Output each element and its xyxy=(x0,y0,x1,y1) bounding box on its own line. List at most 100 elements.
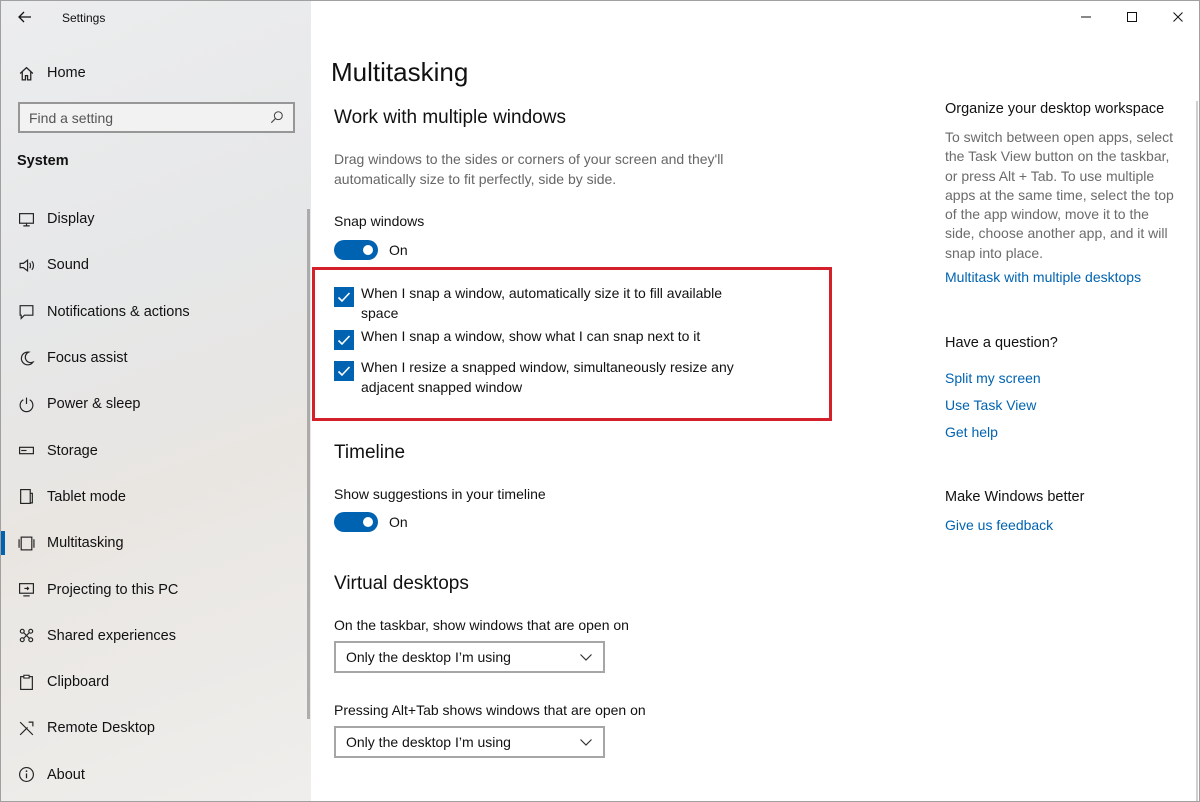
power-icon xyxy=(1,396,47,413)
notifications-icon xyxy=(1,303,47,321)
tablet-mode-icon xyxy=(1,488,47,505)
task-view-link[interactable]: Use Task View xyxy=(945,397,1036,413)
timeline-suggestions-label: Show suggestions in your timeline xyxy=(334,486,546,502)
close-icon xyxy=(1173,12,1183,22)
settings-window: Settings Home System Display Sound xyxy=(0,0,1200,802)
snap-windows-label: Snap windows xyxy=(334,213,425,229)
sidebar-item-power[interactable]: Power & sleep xyxy=(1,381,311,427)
maximize-button[interactable] xyxy=(1109,1,1155,33)
toggle-switch[interactable] xyxy=(334,512,378,532)
search-icon[interactable] xyxy=(270,110,285,125)
checkbox-checked[interactable] xyxy=(334,330,354,350)
sidebar-item-focus-assist[interactable]: Focus assist xyxy=(1,335,311,381)
minimize-icon xyxy=(1081,16,1091,18)
taskbar-windows-dropdown[interactable]: Only the desktop I’m using xyxy=(334,641,605,673)
storage-icon xyxy=(1,442,47,459)
sidebar-item-projecting[interactable]: Projecting to this PC xyxy=(1,566,311,612)
multitask-desktops-link[interactable]: Multitask with multiple desktops xyxy=(945,269,1141,285)
sidebar-item-label: Clipboard xyxy=(47,674,110,691)
taskbar-windows-label: On the taskbar, show windows that are op… xyxy=(334,617,629,633)
sound-icon xyxy=(1,257,47,274)
shared-experiences-icon xyxy=(1,627,47,644)
sidebar-item-label: Display xyxy=(47,211,95,228)
toggle-switch[interactable] xyxy=(334,240,378,260)
timeline-suggestions-toggle[interactable]: On xyxy=(334,512,408,532)
close-button[interactable] xyxy=(1155,1,1199,33)
page-title: Multitasking xyxy=(331,57,469,87)
sidebar-item-tablet-mode[interactable]: Tablet mode xyxy=(1,474,311,520)
sidebar-item-sound[interactable]: Sound xyxy=(1,242,311,288)
home-icon xyxy=(1,65,47,82)
checkbox-label: When I snap a window, automatically size… xyxy=(361,285,723,321)
sidebar-item-label: Remote Desktop xyxy=(47,720,155,737)
checkbox-label: When I snap a window, show what I can sn… xyxy=(361,328,701,344)
sidebar-item-label: Power & sleep xyxy=(47,396,141,413)
multitasking-icon xyxy=(1,535,47,552)
home-nav-item[interactable]: Home xyxy=(1,57,311,89)
sidebar-item-shared-experiences[interactable]: Shared experiences xyxy=(1,613,311,659)
sidebar-item-label: Focus assist xyxy=(47,350,128,367)
chevron-down-icon xyxy=(579,650,593,664)
sidebar-scrollbar[interactable] xyxy=(307,209,310,719)
chevron-down-icon xyxy=(579,735,593,749)
checkmark-icon xyxy=(337,292,351,303)
split-screen-link[interactable]: Split my screen xyxy=(945,370,1041,386)
snap-autosize-checkbox-row[interactable]: When I snap a window, automatically size… xyxy=(334,285,754,323)
work-windows-heading: Work with multiple windows xyxy=(334,107,566,128)
alttab-windows-dropdown[interactable]: Only the desktop I’m using xyxy=(334,726,605,758)
clipboard-icon xyxy=(1,674,47,691)
sidebar-item-notifications[interactable]: Notifications & actions xyxy=(1,289,311,335)
remote-desktop-icon xyxy=(1,720,47,737)
sidebar-item-label: Multitasking xyxy=(47,535,124,552)
snap-windows-toggle[interactable]: On xyxy=(334,240,408,260)
organize-heading: Organize your desktop workspace xyxy=(945,101,1165,117)
title-bar-left: Settings xyxy=(1,1,311,35)
sidebar-item-remote-desktop[interactable]: Remote Desktop xyxy=(1,705,311,751)
projecting-icon xyxy=(1,581,47,598)
display-icon xyxy=(1,211,47,228)
dropdown-value: Only the desktop I’m using xyxy=(346,734,511,750)
organize-description: To switch between open apps, select the … xyxy=(945,129,1174,261)
search-box[interactable] xyxy=(18,102,295,133)
snap-resize-checkbox-row[interactable]: When I resize a snapped window, simultan… xyxy=(334,359,754,397)
search-input[interactable] xyxy=(29,109,270,126)
window-controls xyxy=(1063,1,1199,33)
home-label: Home xyxy=(47,65,86,81)
toggle-state: On xyxy=(389,514,408,530)
sidebar-item-label: Projecting to this PC xyxy=(47,581,179,598)
work-windows-description: Drag windows to the sides or corners of … xyxy=(334,151,724,187)
checkbox-checked[interactable] xyxy=(334,287,354,307)
focus-assist-icon xyxy=(1,350,47,367)
minimize-button[interactable] xyxy=(1063,1,1109,33)
main-content: Multitasking Work with multiple windows … xyxy=(311,1,1199,801)
sidebar-item-label: Shared experiences xyxy=(47,627,176,644)
about-icon xyxy=(1,766,47,783)
sidebar-item-storage[interactable]: Storage xyxy=(1,427,311,473)
sidebar-item-multitasking[interactable]: Multitasking xyxy=(1,520,311,566)
timeline-heading: Timeline xyxy=(334,442,406,463)
alttab-windows-label: Pressing Alt+Tab shows windows that are … xyxy=(334,702,646,718)
snap-assist-checkbox-row[interactable]: When I snap a window, show what I can sn… xyxy=(334,328,754,350)
back-arrow-icon xyxy=(18,11,31,23)
checkbox-checked[interactable] xyxy=(334,361,354,381)
sidebar: Settings Home System Display Sound xyxy=(1,1,311,801)
back-button[interactable] xyxy=(9,3,41,31)
dropdown-value: Only the desktop I’m using xyxy=(346,649,511,665)
main-scrollbar[interactable] xyxy=(1196,101,1198,801)
sidebar-item-label: Notifications & actions xyxy=(47,303,190,320)
feedback-link[interactable]: Give us feedback xyxy=(945,517,1053,533)
app-title: Settings xyxy=(62,11,106,25)
checkbox-label: When I resize a snapped window, simultan… xyxy=(361,359,734,395)
sidebar-item-about[interactable]: About xyxy=(1,752,311,798)
section-label-system: System xyxy=(17,153,69,169)
maximize-icon xyxy=(1127,12,1137,22)
toggle-state: On xyxy=(389,242,408,258)
sidebar-item-label: Tablet mode xyxy=(47,488,126,505)
get-help-link[interactable]: Get help xyxy=(945,424,998,440)
sidebar-item-label: Sound xyxy=(47,257,89,274)
sidebar-item-clipboard[interactable]: Clipboard xyxy=(1,659,311,705)
sidebar-item-display[interactable]: Display xyxy=(1,196,311,242)
virtual-desktops-heading: Virtual desktops xyxy=(334,573,469,594)
checkmark-icon xyxy=(337,335,351,346)
nav-list: Display Sound Notifications & actions Fo… xyxy=(1,196,311,798)
